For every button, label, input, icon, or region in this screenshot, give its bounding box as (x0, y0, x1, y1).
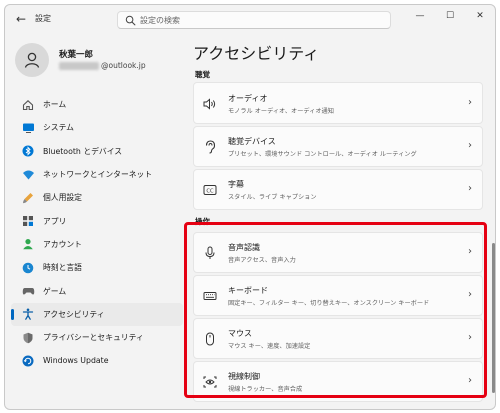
sidebar-item-gaming[interactable]: ゲーム (11, 279, 183, 302)
email-redacted (59, 62, 99, 70)
sidebar-item-label: 時刻と言語 (43, 263, 82, 273)
card-keyboard[interactable]: キーボード 固定キー、フィルター キー、切り替えキー、オンスクリーン キーボード… (193, 275, 483, 316)
network-icon (21, 168, 35, 182)
card-hearing-devices[interactable]: 聴覚デバイス プリセット、環境サウンド コントロール、オーディオ ルーティング … (193, 126, 483, 167)
card-description: スタイル、ライブ キャプション (228, 194, 317, 201)
sidebar-item-bluetooth[interactable]: Bluetooth とデバイス (11, 140, 183, 163)
card-description: 音声アクセス、音声入力 (228, 257, 296, 264)
card-audio[interactable]: オーディオ モノラル オーディオ、オーディオ通知 › (193, 82, 483, 124)
gaming-icon (21, 284, 35, 298)
sidebar-item-label: 個人用設定 (43, 193, 82, 203)
card-title: マウス (228, 329, 252, 338)
section-header-hearing: 聴覚 (195, 70, 210, 79)
section-header-interaction: 操作 (195, 217, 210, 226)
sidebar-item-label: Windows Update (43, 356, 109, 366)
sidebar-item-label: Bluetooth とデバイス (43, 146, 123, 156)
card-title: 音声認識 (228, 243, 260, 252)
sidebar-item-label: システム (43, 123, 74, 133)
chevron-right-icon: › (468, 246, 472, 257)
home-icon (21, 98, 35, 112)
close-button[interactable]: ✕ (465, 5, 495, 27)
back-button[interactable]: ← (11, 10, 31, 28)
sidebar-item-label: ゲーム (43, 286, 67, 296)
window-controls: — ☐ ✕ (405, 5, 495, 27)
card-eye-control[interactable]: 視線制御 視線トラッカー、音声合成 › (193, 361, 483, 402)
eye-control-icon (202, 374, 218, 390)
chevron-right-icon: › (468, 375, 472, 386)
search-icon (125, 15, 136, 26)
privacy-shield-icon (21, 331, 35, 345)
windows-update-icon (21, 354, 35, 368)
personalization-icon (21, 191, 35, 205)
keyboard-icon (202, 288, 218, 304)
card-description: 視線トラッカー、音声合成 (228, 386, 303, 393)
settings-window: ← 設定 設定の検索 — ☐ ✕ 秋葉一郎 @outlook.jp ホーム シス… (4, 4, 496, 410)
card-captions[interactable]: CC 字幕 スタイル、ライブ キャプション › (193, 169, 483, 210)
user-email: @outlook.jp (101, 61, 146, 70)
microphone-icon (202, 245, 218, 261)
card-description: マウス キー、速度、加速設定 (228, 343, 311, 350)
sidebar-item-home[interactable]: ホーム (11, 93, 183, 116)
sidebar-item-network[interactable]: ネットワークとインターネット (11, 163, 183, 186)
card-title: オーディオ (228, 94, 268, 103)
time-language-icon (21, 261, 35, 275)
scrollbar[interactable] (492, 243, 495, 393)
card-description: プリセット、環境サウンド コントロール、オーディオ ルーティング (228, 151, 417, 158)
card-description: 固定キー、フィルター キー、切り替えキー、オンスクリーン キーボード (228, 300, 430, 307)
chevron-right-icon: › (468, 289, 472, 300)
search-box[interactable]: 設定の検索 (117, 11, 391, 29)
card-title: キーボード (228, 286, 268, 295)
accounts-icon (21, 237, 35, 251)
system-icon (21, 121, 35, 135)
sidebar-item-label: アクセシビリティ (43, 309, 105, 319)
card-title: 字幕 (228, 180, 244, 189)
search-placeholder: 設定の検索 (140, 16, 180, 25)
sidebar-item-time-language[interactable]: 時刻と言語 (11, 256, 183, 279)
title-bar: ← 設定 設定の検索 — ☐ ✕ (5, 5, 495, 33)
sidebar-item-label: プライバシーとセキュリティ (43, 333, 144, 343)
sidebar-item-label: アプリ (43, 216, 67, 226)
card-description: モノラル オーディオ、オーディオ通知 (228, 108, 334, 115)
card-mouse[interactable]: マウス マウス キー、速度、加速設定 › (193, 318, 483, 359)
sidebar-item-label: ネットワークとインターネット (43, 170, 153, 180)
person-icon (24, 52, 40, 68)
sidebar-item-apps[interactable]: アプリ (11, 209, 183, 232)
page-title: アクセシビリティ (193, 44, 320, 63)
maximize-button[interactable]: ☐ (435, 5, 465, 27)
apps-icon (21, 214, 35, 228)
speaker-icon (202, 96, 218, 112)
sidebar-item-accessibility[interactable]: アクセシビリティ (11, 302, 183, 326)
captions-icon: CC (202, 182, 218, 198)
minimize-button[interactable]: — (405, 5, 435, 27)
svg-text:CC: CC (206, 188, 214, 194)
chevron-right-icon: › (468, 97, 472, 108)
card-speech[interactable]: 音声認識 音声アクセス、音声入力 › (193, 232, 483, 273)
card-title: 視線制御 (228, 372, 260, 381)
accessibility-icon (21, 307, 35, 321)
sidebar-item-label: ホーム (43, 100, 67, 110)
chevron-right-icon: › (468, 332, 472, 343)
sidebar-item-privacy[interactable]: プライバシーとセキュリティ (11, 326, 183, 349)
sidebar-item-personalization[interactable]: 個人用設定 (11, 186, 183, 209)
sidebar-item-system[interactable]: システム (11, 116, 183, 139)
sidebar-item-label: アカウント (43, 239, 82, 249)
bluetooth-icon (21, 144, 35, 158)
sidebar-nav: ホーム システム Bluetooth とデバイス ネットワークとインターネット … (11, 93, 183, 373)
chevron-right-icon: › (468, 140, 472, 151)
chevron-right-icon: › (468, 183, 472, 194)
card-title: 聴覚デバイス (228, 137, 276, 146)
mouse-icon (202, 331, 218, 347)
user-name: 秋葉一郎 (59, 50, 94, 60)
sidebar-item-windows-update[interactable]: Windows Update (11, 349, 183, 372)
sidebar-item-accounts[interactable]: アカウント (11, 233, 183, 256)
app-title: 設定 (35, 14, 51, 23)
hearing-device-icon (202, 139, 218, 155)
avatar (15, 43, 49, 77)
